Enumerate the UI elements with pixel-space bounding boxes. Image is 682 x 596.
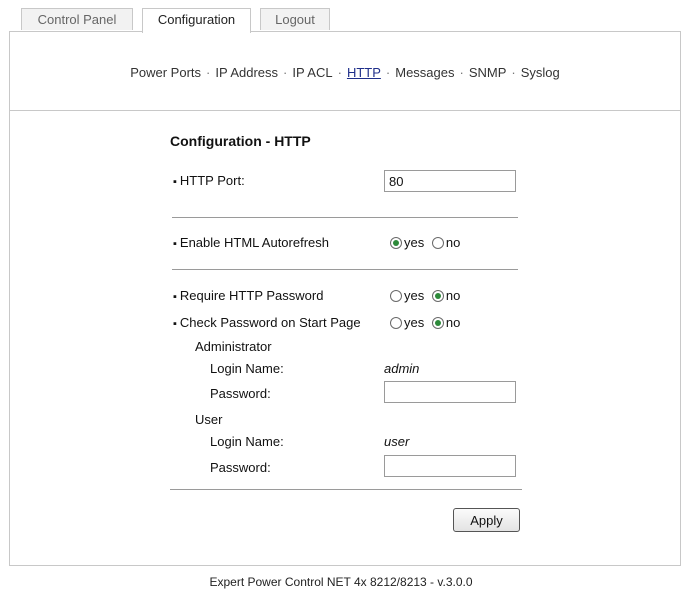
nav-syslog[interactable]: Syslog xyxy=(521,65,560,80)
require-password-no-radio[interactable] xyxy=(431,290,444,302)
nav-snmp[interactable]: SNMP xyxy=(469,65,507,80)
http-port-input[interactable] xyxy=(384,170,516,192)
nav-http[interactable]: HTTP xyxy=(347,65,381,80)
nav-separator: · xyxy=(337,65,342,80)
nav-separator: · xyxy=(511,65,516,80)
check-start-page-yes-radio[interactable] xyxy=(390,317,402,329)
autorefresh-radio-group: yes no xyxy=(390,235,464,250)
user-password-label: Password: xyxy=(210,460,271,475)
tab-logout[interactable]: Logout xyxy=(260,8,330,30)
check-start-page-yes-label: yes xyxy=(404,315,425,330)
nav-panel: Power Ports · IP Address · IP ACL · HTTP · Messa… xyxy=(9,31,681,111)
user-login-label: Login Name: xyxy=(210,434,284,449)
nav-power-ports[interactable]: Power Ports xyxy=(130,65,201,80)
check-start-page-label: Check Password on Start Page xyxy=(179,315,361,330)
require-password-label: Require HTTP Password xyxy=(179,288,324,303)
autorefresh-label: Enable HTML Autorefresh xyxy=(179,235,329,250)
tab-control-panel[interactable]: Control Panel xyxy=(21,8,133,30)
apply-button[interactable]: Apply xyxy=(453,508,520,532)
require-password-yes-radio[interactable] xyxy=(390,290,402,302)
bullet: ▪ xyxy=(173,291,177,303)
page-title: Configuration - HTTP xyxy=(170,133,311,149)
user-heading: User xyxy=(195,412,223,427)
main-panel: Configuration - HTTP ▪HTTP Port: ▪Enable… xyxy=(9,110,681,566)
bullet: ▪ xyxy=(173,318,177,330)
user-password-input[interactable] xyxy=(384,455,516,477)
require-password-radio-group: yes no xyxy=(390,288,464,303)
check-start-page-radio-group: yes no xyxy=(390,315,464,330)
autorefresh-no-radio[interactable] xyxy=(431,237,444,249)
autorefresh-yes-label: yes xyxy=(404,235,425,250)
check-start-page-row: ▪ Check Password on Start Page xyxy=(173,315,361,330)
admin-login-label: Login Name: xyxy=(210,361,284,376)
require-password-row: ▪ Require HTTP Password xyxy=(173,288,323,303)
divider xyxy=(172,269,518,270)
tab-configuration[interactable]: Configuration xyxy=(142,8,251,33)
check-start-page-no-label: no xyxy=(445,315,461,330)
nav-ip-address[interactable]: IP Address xyxy=(215,65,278,80)
footer-version: Expert Power Control NET 4x 8212/8213 - … xyxy=(209,575,473,589)
nav-separator: · xyxy=(206,65,211,80)
require-password-no-label: no xyxy=(445,288,461,303)
admin-login-value: admin xyxy=(384,361,420,376)
config-nav: Power Ports · IP Address · IP ACL · HTTP · Messa… xyxy=(10,65,680,80)
nav-separator: · xyxy=(385,65,391,80)
nav-separator: · xyxy=(283,65,288,80)
check-start-page-no-radio[interactable] xyxy=(431,317,444,329)
admin-password-label: Password: xyxy=(210,386,271,401)
http-port-row: ▪ HTTP Port: xyxy=(173,173,245,188)
require-password-yes-label: yes xyxy=(404,288,425,303)
administrator-heading: Administrator xyxy=(195,339,272,354)
admin-password-input[interactable] xyxy=(384,381,516,403)
user-login-value: user xyxy=(384,434,410,449)
http-port-label: HTTP Port: xyxy=(179,173,245,188)
autorefresh-no-label: no xyxy=(445,235,461,250)
nav-ip-acl[interactable]: IP ACL xyxy=(292,65,332,80)
autorefresh-yes-radio[interactable] xyxy=(390,237,402,249)
bullet: ▪ xyxy=(173,238,177,250)
nav-separator: · xyxy=(459,65,464,80)
bullet: ▪ xyxy=(173,176,177,188)
divider xyxy=(170,489,522,490)
autorefresh-row: ▪ Enable HTML Autorefresh xyxy=(173,235,329,250)
nav-messages[interactable]: Messages xyxy=(395,65,454,80)
divider xyxy=(172,217,518,218)
